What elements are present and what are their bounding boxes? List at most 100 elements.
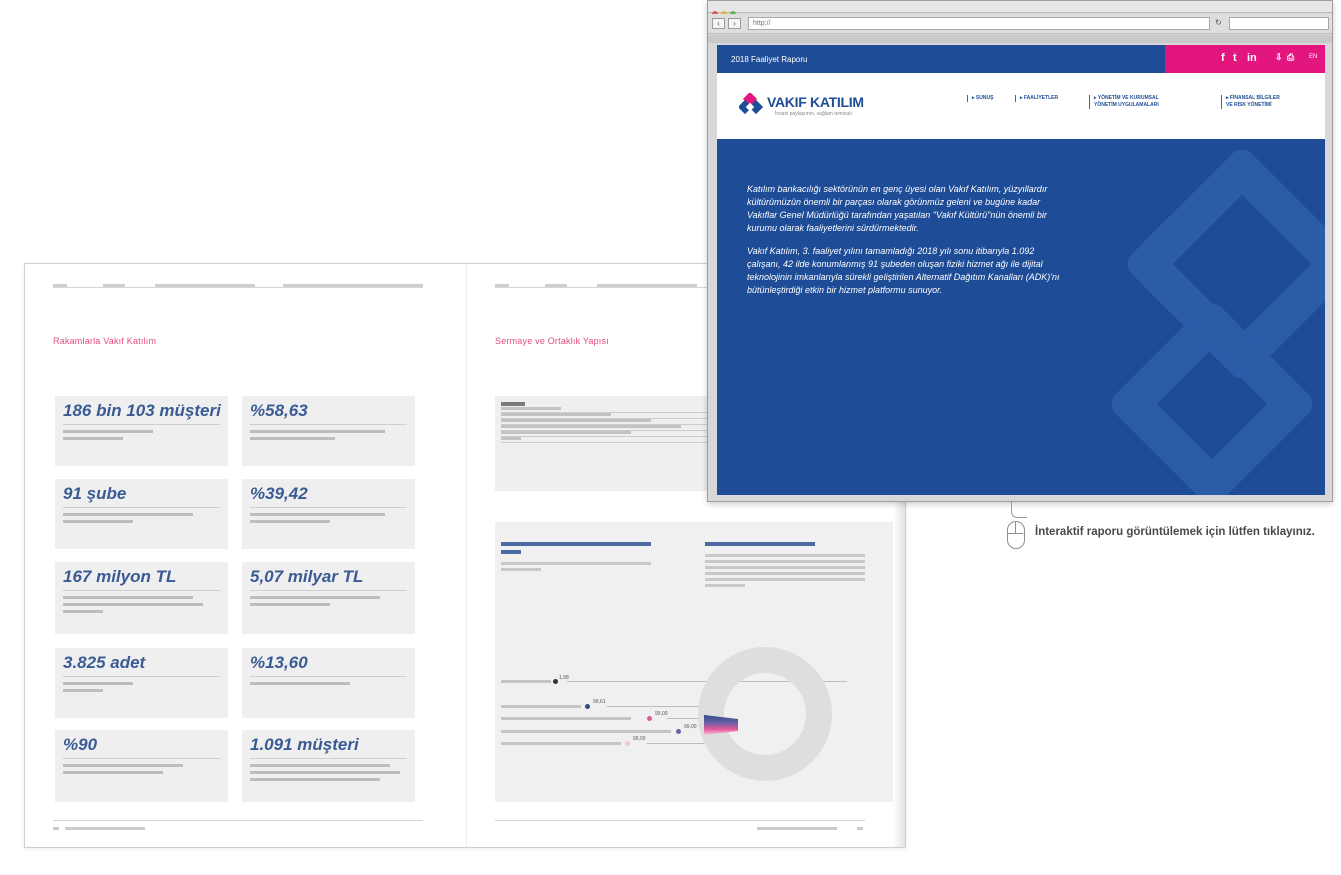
address-bar[interactable]: http:// bbox=[748, 17, 1210, 30]
kpi-rule bbox=[250, 507, 407, 508]
kpi-value: %90 bbox=[63, 735, 98, 754]
kpi-caption-line bbox=[63, 596, 193, 599]
kpi-caption-line bbox=[63, 513, 193, 516]
mouse-icon[interactable] bbox=[1007, 521, 1025, 549]
kpi-value: %58,63 bbox=[250, 401, 308, 420]
kpi-caption-line bbox=[250, 430, 385, 433]
legend-value: 99,61 bbox=[593, 699, 606, 705]
kpi-card: %58,63 bbox=[242, 396, 415, 466]
ownership-block bbox=[495, 522, 895, 802]
connector-line bbox=[607, 706, 704, 707]
kpi-rule bbox=[250, 424, 407, 425]
kpi-value: 186 bin 103 müşteri bbox=[63, 401, 221, 420]
menu-item-yonetim[interactable]: ▸ YÖNETİM VE KURUMSAL YÖNETİM UYGULAMALA… bbox=[1089, 95, 1159, 109]
page-number bbox=[53, 827, 59, 830]
legend-dot bbox=[676, 729, 681, 734]
kpi-value: %13,60 bbox=[250, 653, 308, 672]
search-box[interactable] bbox=[1229, 17, 1329, 30]
kpi-caption-line bbox=[250, 764, 390, 767]
section-title: Sermaye ve Ortaklık Yapısı bbox=[495, 336, 609, 346]
legend-dot bbox=[625, 741, 630, 746]
kpi-value: 167 milyon TL bbox=[63, 567, 177, 586]
legend-dot bbox=[585, 704, 590, 709]
browser-window[interactable]: ‹ › http:// ↻ 2018 Faaliyet Raporu f t i… bbox=[707, 0, 1333, 502]
kpi-caption-line bbox=[250, 596, 380, 599]
footer-rule bbox=[495, 820, 865, 821]
kpi-value: %39,42 bbox=[250, 484, 308, 503]
forward-icon[interactable]: › bbox=[728, 18, 741, 29]
kpi-card: 1.091 müşteri bbox=[242, 730, 415, 802]
footer-text bbox=[65, 827, 145, 830]
linkedin-icon[interactable]: in bbox=[1247, 52, 1257, 64]
kpi-caption-line bbox=[250, 771, 400, 774]
hero-banner: Katılım bankacılığı sektörünün en genç ü… bbox=[717, 139, 1325, 495]
block-text-line bbox=[705, 566, 865, 569]
bookmarks-bar bbox=[708, 35, 1332, 43]
refresh-icon[interactable]: ↻ bbox=[1212, 18, 1225, 29]
legend-label bbox=[501, 730, 671, 733]
block-text-line bbox=[501, 568, 541, 571]
kpi-card: 3.825 adet bbox=[55, 648, 228, 718]
report-title[interactable]: 2018 Faaliyet Raporu bbox=[731, 55, 808, 64]
section-title: Rakamlarla Vakıf Katılım bbox=[53, 336, 157, 346]
report-website[interactable]: 2018 Faaliyet Raporu f t in ⇩ ⎙ EN VAKIF… bbox=[717, 45, 1325, 495]
kpi-card: 186 bin 103 müşteri bbox=[55, 396, 228, 466]
kpi-caption-line bbox=[250, 603, 330, 606]
kpi-caption-line bbox=[250, 520, 330, 523]
interactive-report-link[interactable]: İnteraktif raporu görüntülemek için lütf… bbox=[1035, 525, 1341, 539]
kpi-rule bbox=[250, 676, 407, 677]
block-text-line bbox=[705, 554, 865, 557]
download-icon[interactable]: ⇩ bbox=[1275, 52, 1283, 63]
kpi-caption-line bbox=[63, 437, 123, 440]
legend-value: 99,00 bbox=[655, 711, 668, 717]
logo-tagline: İnsani paylaşımın, sağlam teminatı bbox=[775, 111, 852, 117]
legend-dot bbox=[553, 679, 558, 684]
block-heading bbox=[501, 550, 521, 554]
block-heading bbox=[501, 542, 651, 546]
footer-rule bbox=[53, 820, 423, 821]
kpi-value: 1.091 müşteri bbox=[250, 735, 359, 754]
block-heading bbox=[705, 542, 815, 546]
kpi-caption-line bbox=[250, 513, 385, 516]
hero-text: Katılım bankacılığı sektörünün en genç ü… bbox=[747, 183, 1067, 307]
kpi-rule bbox=[63, 676, 220, 677]
menu-item-faaliyetler[interactable]: ▸ FAALİYETLER bbox=[1015, 95, 1058, 102]
left-page: Rakamlarla Vakıf Katılım 186 bin 103 müş… bbox=[25, 264, 466, 847]
kpi-caption-line bbox=[63, 771, 163, 774]
kpi-card: 167 milyon TL bbox=[55, 562, 228, 634]
kpi-caption-line bbox=[63, 603, 203, 606]
connector-line bbox=[647, 743, 704, 744]
browser-toolbar: ‹ › http:// ↻ bbox=[708, 14, 1332, 34]
table-header bbox=[501, 402, 525, 406]
site-header: VAKIF KATILIM İnsani paylaşımın, sağlam … bbox=[717, 73, 1325, 133]
kpi-value: 3.825 adet bbox=[63, 653, 146, 672]
block-text-line bbox=[501, 562, 651, 565]
kpi-value: 91 şube bbox=[63, 484, 127, 503]
kpi-caption-line bbox=[63, 610, 103, 613]
legend-value: 99,00 bbox=[684, 724, 697, 730]
facebook-icon[interactable]: f bbox=[1221, 52, 1225, 64]
hero-paragraph: Katılım bankacılığı sektörünün en genç ü… bbox=[747, 184, 1048, 233]
print-icon[interactable]: ⎙ bbox=[1287, 52, 1294, 63]
menu-item-finansal[interactable]: ▸ FİNANSAL BİLGİLER VE RİSK YÖNETİMİ bbox=[1221, 95, 1280, 109]
kpi-card: %39,42 bbox=[242, 479, 415, 549]
menu-item-sunus[interactable]: ▸ SUNUŞ bbox=[967, 95, 993, 102]
kpi-rule bbox=[250, 758, 407, 759]
twitter-icon[interactable]: t bbox=[1233, 52, 1237, 64]
callout-connector bbox=[1011, 501, 1027, 518]
page-number bbox=[857, 827, 863, 830]
kpi-caption-line bbox=[63, 430, 153, 433]
kpi-card: %13,60 bbox=[242, 648, 415, 718]
kpi-caption-line bbox=[63, 689, 103, 692]
kpi-card: %90 bbox=[55, 730, 228, 802]
kpi-rule bbox=[250, 590, 407, 591]
logo-wordmark[interactable]: VAKIF KATILIM bbox=[767, 94, 864, 110]
ownership-donut-chart bbox=[698, 647, 832, 781]
back-icon[interactable]: ‹ bbox=[712, 18, 725, 29]
block-text-line bbox=[705, 584, 745, 587]
kpi-value: 5,07 milyar TL bbox=[250, 567, 364, 586]
vakif-katilim-logo-icon[interactable] bbox=[739, 93, 765, 119]
site-top-bar: 2018 Faaliyet Raporu f t in ⇩ ⎙ EN bbox=[717, 45, 1325, 73]
language-switch[interactable]: EN bbox=[1309, 54, 1317, 60]
stage: Rakamlarla Vakıf Katılım 186 bin 103 müş… bbox=[0, 0, 1341, 875]
